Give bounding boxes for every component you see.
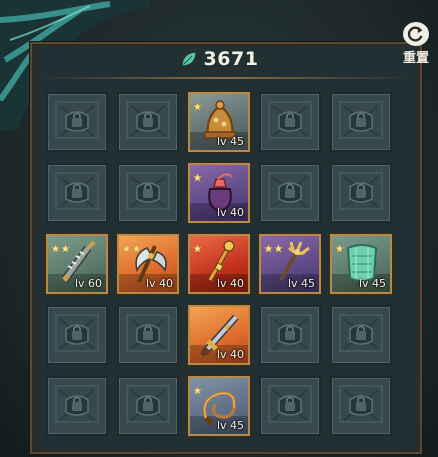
- star-icon: [60, 238, 71, 253]
- currency-amount: 3671: [203, 48, 259, 70]
- star-icon: [273, 238, 284, 253]
- star-rating: [334, 238, 345, 253]
- star-rating: [192, 167, 203, 182]
- locked-slot[interactable]: [330, 376, 392, 436]
- reset-label: 重置: [402, 51, 429, 66]
- locked-slot[interactable]: [46, 376, 108, 436]
- item-level: lv 45: [358, 277, 386, 290]
- item-level: lv 40: [216, 206, 244, 219]
- star-icon: [192, 96, 203, 111]
- scepter-item[interactable]: lv 40: [188, 234, 250, 294]
- trident-item[interactable]: lv 45: [259, 234, 321, 294]
- inventory-panel: 3671 重置 lv 45 lv 40 lv 60 lv 40 lv 40 lv…: [0, 0, 438, 457]
- item-level: lv 45: [216, 419, 244, 432]
- item-level: lv 40: [145, 277, 173, 290]
- star-icon: [192, 167, 203, 182]
- locked-slot[interactable]: [330, 305, 392, 365]
- jade-armor-item[interactable]: lv 45: [330, 234, 392, 294]
- star-rating: [121, 238, 142, 253]
- star-rating: [192, 380, 203, 395]
- star-icon: [131, 238, 142, 253]
- locked-slot[interactable]: [259, 376, 321, 436]
- star-rating: [263, 238, 284, 253]
- currency-display: 3671: [160, 46, 278, 72]
- star-icon: [121, 238, 132, 253]
- locked-slot[interactable]: [46, 92, 108, 152]
- star-rating: [192, 96, 203, 111]
- locked-slot[interactable]: [117, 92, 179, 152]
- item-level: lv 45: [287, 277, 315, 290]
- star-icon: [192, 380, 203, 395]
- item-level: lv 45: [216, 135, 244, 148]
- locked-slot[interactable]: [46, 163, 108, 223]
- star-rating: [50, 238, 71, 253]
- reset-button[interactable]: 重置: [396, 22, 436, 66]
- locked-slot[interactable]: [117, 305, 179, 365]
- item-level: lv 40: [216, 348, 244, 361]
- locked-slot[interactable]: [117, 376, 179, 436]
- star-icon: [263, 238, 274, 253]
- sword-item[interactable]: lv 40: [188, 305, 250, 365]
- whip-item[interactable]: lv 45: [188, 376, 250, 436]
- spiked-club-item[interactable]: lv 60: [46, 234, 108, 294]
- header-divider: [40, 77, 410, 79]
- locked-slot[interactable]: [259, 92, 321, 152]
- locked-slot[interactable]: [117, 163, 179, 223]
- locked-slot[interactable]: [330, 163, 392, 223]
- locked-slot[interactable]: [46, 305, 108, 365]
- item-grid: lv 45 lv 40 lv 60 lv 40 lv 40 lv 45 lv 45 lv…: [46, 92, 392, 436]
- pouch-item[interactable]: lv 40: [188, 163, 250, 223]
- locked-slot[interactable]: [259, 163, 321, 223]
- item-level: lv 60: [74, 277, 102, 290]
- refresh-icon: [403, 22, 429, 46]
- star-icon: [50, 238, 61, 253]
- battle-axe-item[interactable]: lv 40: [117, 234, 179, 294]
- locked-slot[interactable]: [259, 305, 321, 365]
- item-level: lv 40: [216, 277, 244, 290]
- star-icon: [334, 238, 345, 253]
- star-rating: [192, 238, 203, 253]
- star-icon: [192, 238, 203, 253]
- leaf-icon: [182, 52, 195, 66]
- bell-item[interactable]: lv 45: [188, 92, 250, 152]
- locked-slot[interactable]: [330, 92, 392, 152]
